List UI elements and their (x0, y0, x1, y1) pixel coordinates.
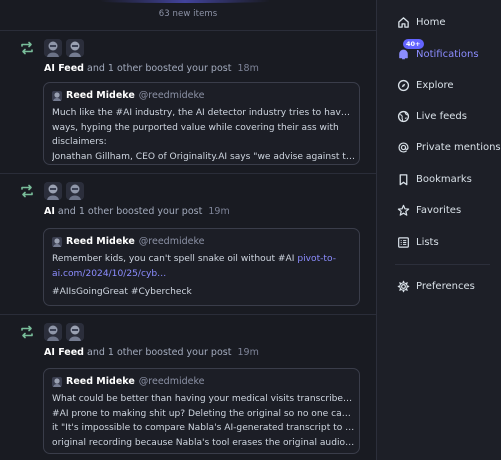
post-author[interactable]: Reed Mideke @reedmideke (52, 376, 204, 387)
post-content: Remember kids, you can't spell snake oil… (52, 252, 355, 300)
nav-label: Home (416, 16, 446, 28)
nav-notifications[interactable]: 40+ Notifications (397, 39, 479, 63)
nav-label: Live feeds (416, 110, 467, 122)
action-text: and 1 other boosted your post (57, 206, 203, 217)
post-line: Jonathan Gillham, CEO of Originality.AI … (52, 151, 355, 162)
nav-private-mentions[interactable]: Private mentions (397, 138, 501, 156)
bell-icon (399, 49, 408, 59)
post-line: disclaimers: (52, 137, 107, 147)
boost-icon (21, 41, 33, 55)
nav-home[interactable]: Home (397, 13, 446, 31)
globe-icon (397, 110, 410, 122)
author-handle: @reedmideke (138, 236, 205, 247)
list-icon (398, 236, 409, 248)
post-line: ai.com/2024/10/25/cyb… (52, 267, 355, 282)
post-content: What could be better than having your me… (52, 392, 355, 450)
notification-item[interactable]: AI and 1 other boosted your post 19m Ree… (0, 174, 376, 315)
notification-summary: AI and 1 other boosted your post 19m (44, 206, 230, 217)
action-text: and 1 other boosted your post (87, 63, 232, 74)
post-hashtags[interactable]: #AIIsGoingGreat #Cybercheck (52, 285, 355, 300)
post-author[interactable]: Reed Mideke @reedmideke (52, 236, 204, 247)
author-handle: @reedmideke (138, 376, 205, 387)
booster-avatars (44, 39, 84, 57)
notification-summary: AI Feed and 1 other boosted your post 19… (44, 347, 259, 358)
notification-count-badge: 40+ (403, 39, 424, 49)
booster-avatars (44, 323, 84, 341)
post-line: #AI prone to making shit up? Deleting th… (52, 408, 355, 419)
compass-icon (397, 79, 410, 91)
author-name: Reed Mideke (66, 376, 135, 387)
nav-label: Favorites (416, 204, 462, 216)
author-name: Reed Mideke (66, 236, 135, 247)
timestamp[interactable]: 18m (237, 63, 258, 74)
post-line: original recording because Nabla's tool … (52, 437, 355, 448)
nav-preferences[interactable]: Preferences (397, 277, 475, 295)
booster-name[interactable]: AI Feed (44, 347, 84, 358)
author-avatar (52, 90, 62, 101)
star-icon (397, 204, 410, 216)
avatar[interactable] (66, 182, 84, 200)
nav-favorites[interactable]: Favorites (397, 201, 461, 219)
boosted-post-card[interactable]: Reed Mideke @reedmideke Much like the #A… (43, 82, 360, 165)
booster-name[interactable]: AI Feed (44, 63, 84, 74)
timestamp[interactable]: 19m (208, 206, 229, 217)
bookmark-icon (399, 173, 408, 185)
avatar[interactable] (44, 39, 62, 57)
nav-live-feeds[interactable]: Live feeds (397, 107, 467, 125)
nav-label: Explore (416, 79, 454, 91)
at-icon (398, 141, 409, 153)
author-name: Reed Mideke (66, 90, 135, 101)
post-line: Much like the #AI industry, the AI detec… (52, 108, 355, 118)
nav-label: Notifications (416, 48, 479, 60)
post-line: ways, hyping the purported value while c… (52, 122, 339, 133)
avatar[interactable] (66, 323, 84, 341)
sidebar-divider (395, 264, 490, 265)
nav-bookmarks[interactable]: Bookmarks (397, 170, 472, 188)
post-line: it "It's impossible to compare Nabla's A… (52, 423, 355, 433)
boost-icon (21, 184, 33, 198)
post-content: Much like the #AI industry, the AI detec… (52, 106, 355, 164)
boosted-post-card[interactable]: Reed Mideke @reedmideke Remember kids, y… (43, 228, 360, 306)
avatar[interactable] (66, 39, 84, 57)
post-line: What could be better than having your me… (52, 394, 355, 404)
nav-label: Bookmarks (416, 173, 472, 185)
author-handle: @reedmideke (138, 90, 205, 101)
timestamp[interactable]: 19m (237, 347, 258, 358)
post-author[interactable]: Reed Mideke @reedmideke (52, 90, 204, 101)
post-link[interactable]: ai.com/2024/10/25/cyb… (52, 269, 166, 279)
notification-item[interactable]: AI Feed and 1 other boosted your post 19… (0, 315, 376, 460)
notification-summary: AI Feed and 1 other boosted your post 18… (44, 63, 259, 74)
nav-label: Preferences (416, 280, 475, 292)
gear-icon (397, 280, 410, 292)
nav-label: Lists (416, 236, 439, 248)
home-icon (398, 16, 409, 28)
booster-avatars (44, 182, 84, 200)
nav-lists[interactable]: Lists (397, 233, 439, 251)
nav-explore[interactable]: Explore (397, 76, 454, 94)
boost-icon (21, 325, 33, 339)
new-items-banner[interactable]: 63 new items (0, 0, 376, 31)
post-line: Remember kids, you can't spell snake oil… (52, 252, 355, 267)
boosted-post-card[interactable]: Reed Mideke @reedmideke What could be be… (43, 368, 360, 454)
avatar[interactable] (44, 323, 62, 341)
nav-label: Private mentions (416, 141, 501, 153)
booster-name[interactable]: AI (44, 206, 55, 217)
post-link[interactable]: pivot-to- (297, 254, 336, 264)
author-avatar (52, 376, 62, 387)
notification-item[interactable]: AI Feed and 1 other boosted your post 18… (0, 31, 376, 174)
navigation-sidebar: Home 40+ Notifications Explore Live feed… (376, 0, 501, 460)
author-avatar (52, 236, 62, 247)
notifications-feed: 63 new items AI Feed and 1 other boosted… (0, 0, 376, 460)
action-text: and 1 other boosted your post (87, 347, 232, 358)
post-text: Remember kids, you can't spell snake oil… (52, 254, 298, 264)
avatar[interactable] (44, 182, 62, 200)
